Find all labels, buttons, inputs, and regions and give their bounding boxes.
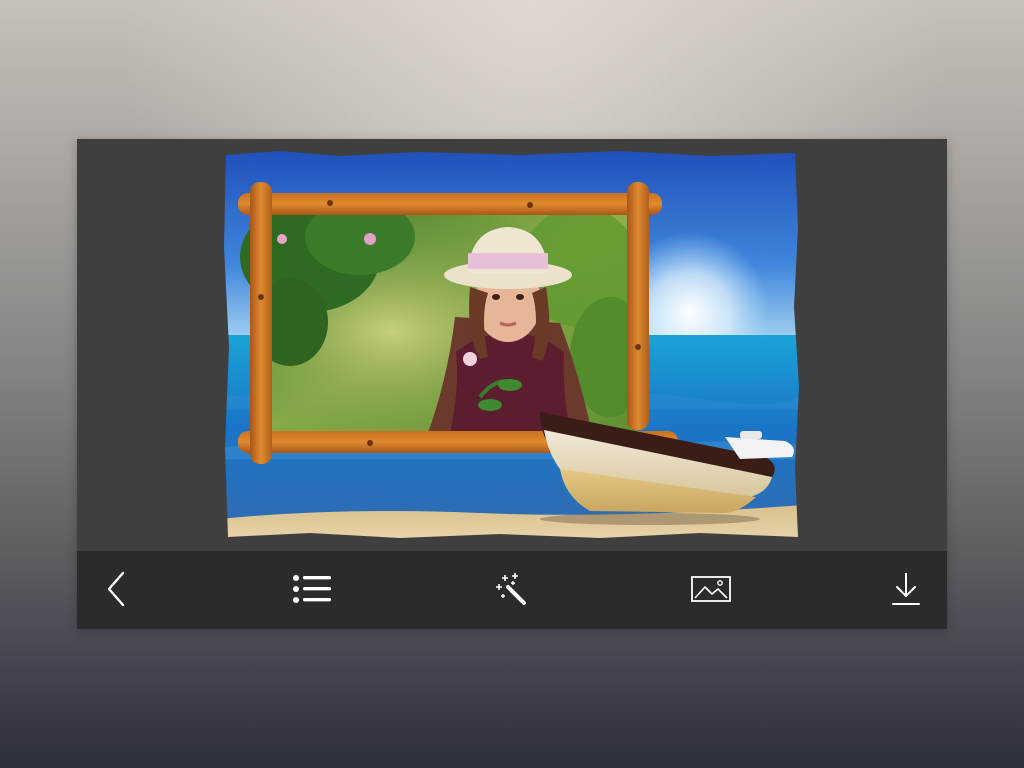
gallery-button[interactable] bbox=[687, 567, 735, 611]
back-button[interactable] bbox=[92, 567, 140, 611]
effects-button[interactable] bbox=[487, 567, 535, 611]
save-button[interactable] bbox=[882, 567, 930, 611]
photo-canvas[interactable] bbox=[220, 147, 803, 543]
list-icon bbox=[293, 575, 331, 603]
bottom-toolbar bbox=[77, 551, 947, 629]
download-icon bbox=[892, 573, 920, 605]
image-icon bbox=[691, 576, 731, 602]
magic-wand-icon bbox=[496, 573, 526, 605]
frames-list-button[interactable] bbox=[288, 567, 336, 611]
chevron-left-icon bbox=[107, 571, 125, 607]
framed-photo-preview bbox=[220, 147, 803, 543]
photo-frame-editor-window bbox=[77, 139, 947, 629]
